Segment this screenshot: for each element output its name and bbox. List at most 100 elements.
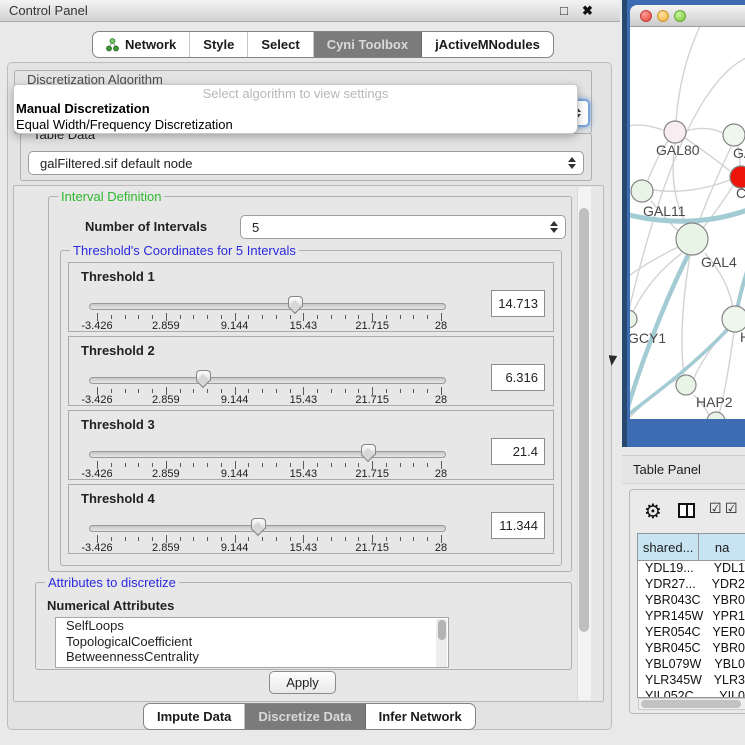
dropdown-option-equal-width[interactable]: Equal Width/Frequency Discretization <box>14 117 577 133</box>
threshold-panel-1: Threshold 1-3.4262.8599.14415.4321.71528… <box>68 262 554 332</box>
number-of-intervals-combobox[interactable]: 5 <box>240 215 566 239</box>
slider-track[interactable] <box>89 525 446 532</box>
cell-name: YER0 <box>704 625 745 641</box>
list-item-topologicalcoefficient[interactable]: TopologicalCoefficient <box>56 634 448 650</box>
float-icon[interactable]: □ <box>560 3 568 18</box>
network-window-titlebar[interactable] <box>630 5 745 27</box>
tick-mark <box>290 463 291 467</box>
slider-thumb[interactable] <box>361 444 376 464</box>
table-panel-titlebar: Table Panel <box>622 455 745 484</box>
mouse-cursor <box>609 353 620 366</box>
settings-scrollbar-thumb[interactable] <box>579 208 589 632</box>
control-panel-titlebar: Control Panel <box>0 0 620 22</box>
tick-label: 15.43 <box>290 320 318 332</box>
slider-thumb[interactable] <box>288 296 303 316</box>
cell-shared-name: YBL079W <box>638 657 706 673</box>
threshold-value-field[interactable]: 6.316 <box>491 364 545 391</box>
slider-track[interactable] <box>89 377 446 384</box>
dropdown-option-manual-discretization[interactable]: Manual Discretization <box>14 101 577 117</box>
table-row[interactable]: YER054CYER0 <box>638 625 745 641</box>
split-view-icon[interactable] <box>678 503 695 518</box>
threshold-panel-4: Threshold 4-3.4262.8599.14415.4321.71528… <box>68 484 554 554</box>
network-node-hap2[interactable] <box>676 375 696 395</box>
column-header-shared-name[interactable]: shared... <box>638 534 699 560</box>
tick-mark <box>180 389 181 393</box>
tick-mark <box>193 463 194 467</box>
tab-label-select: Select <box>261 37 299 52</box>
combo-spinner-icon <box>550 216 558 238</box>
network-node-gal4[interactable] <box>676 223 708 255</box>
network-node-gcy1[interactable] <box>630 310 637 328</box>
table-row[interactable]: YBL079WYBL0 <box>638 657 745 673</box>
tab-style[interactable]: Style <box>190 32 248 57</box>
window-close-button[interactable] <box>640 10 652 22</box>
numerical-attributes-label: Numerical Attributes <box>47 598 174 613</box>
slider-thumb[interactable] <box>196 370 211 390</box>
table-row[interactable]: YDR27...YDR2 <box>638 577 745 593</box>
table-data-value: galFiltered.sif default node <box>40 156 192 171</box>
tab-cyni-toolbox[interactable]: Cyni Toolbox <box>314 32 422 57</box>
table-row[interactable]: YPR145WYPR1 <box>638 609 745 625</box>
column-header-name[interactable]: na <box>699 534 745 560</box>
table-data-combobox[interactable]: galFiltered.sif default node <box>28 151 584 175</box>
network-node-gal11[interactable] <box>631 180 653 202</box>
window-minimize-button[interactable] <box>657 10 669 22</box>
tick-mark <box>427 463 428 467</box>
checkbox-checked-icon[interactable]: ☑ <box>709 501 722 517</box>
tick-mark <box>125 389 126 393</box>
tick-mark <box>386 537 387 541</box>
tab-network[interactable]: Network <box>93 32 190 57</box>
window-zoom-button[interactable] <box>674 10 686 22</box>
tab-select[interactable]: Select <box>248 32 313 57</box>
tick-mark <box>413 315 414 319</box>
list-item-betweennesscentrality[interactable]: BetweennessCentrality <box>56 649 448 665</box>
gear-icon[interactable]: ⚙ <box>644 499 662 523</box>
network-node-node[interactable] <box>707 412 725 419</box>
dropdown-placeholder: Select algorithm to view settings <box>14 85 577 101</box>
tick-mark <box>207 463 208 467</box>
network-canvas[interactable]: GAL80GACGAL11GAL4GCY1HHAP2 <box>630 27 745 419</box>
tick-mark <box>193 537 194 541</box>
threshold-value-field[interactable]: 21.4 <box>491 438 545 465</box>
network-node-gal80[interactable] <box>664 121 686 143</box>
threshold-value-field[interactable]: 14.713 <box>491 290 545 317</box>
cell-shared-name: YIL052C <box>638 689 711 698</box>
close-icon[interactable]: ✖ <box>582 3 593 19</box>
tab-impute-data[interactable]: Impute Data <box>144 704 245 729</box>
table-row[interactable]: YBR045CYBR0 <box>638 641 745 657</box>
apply-button[interactable]: Apply <box>269 671 336 694</box>
tab-label-style: Style <box>203 37 234 52</box>
checkbox-checked-icon[interactable]: ☑ <box>725 501 738 517</box>
list-scrollbar-thumb[interactable] <box>438 620 446 640</box>
tick-label: -3.426 <box>81 542 112 554</box>
slider-track[interactable] <box>89 451 446 458</box>
cell-shared-name: YBR045C <box>638 641 704 657</box>
numerical-attributes-list[interactable]: SelfLoopsTopologicalCoefficientBetweenne… <box>55 617 449 668</box>
cell-name: YLR3 <box>706 673 745 689</box>
application-root: Control Panel □ ✖ Network Style Select Cyni… <box>0 0 745 745</box>
table-row[interactable]: YBR043CYBR0 <box>638 593 745 609</box>
tab-infer-network[interactable]: Infer Network <box>366 704 475 729</box>
table-row[interactable]: YDL19...YDL1 <box>638 561 745 577</box>
list-item-selfloops[interactable]: SelfLoops <box>56 618 448 634</box>
tick-mark <box>262 463 263 467</box>
tick-mark <box>345 537 346 541</box>
threshold-value-field[interactable]: 11.344 <box>491 512 545 539</box>
table-row[interactable]: YLR345WYLR3 <box>638 673 745 689</box>
tick-mark <box>111 315 112 319</box>
network-node-ga[interactable] <box>723 124 745 146</box>
table-row[interactable]: YIL052CYIL0 <box>638 689 745 698</box>
slider-thumb[interactable] <box>251 518 266 538</box>
table-hscrollbar-thumb[interactable] <box>641 700 741 708</box>
cell-shared-name: YDR27... <box>638 577 704 593</box>
tick-mark <box>276 537 277 541</box>
tick-label: 9.144 <box>221 394 249 406</box>
tab-discretize-data[interactable]: Discretize Data <box>245 704 365 729</box>
tick-mark <box>427 315 428 319</box>
tick-label: 2.859 <box>152 468 180 480</box>
tab-jactivemnodules[interactable]: jActiveMNodules <box>422 32 553 57</box>
tab-label-network: Network <box>125 37 176 52</box>
slider-track[interactable] <box>89 303 446 310</box>
tick-mark <box>138 463 139 467</box>
tick-label: 9.144 <box>221 468 249 480</box>
